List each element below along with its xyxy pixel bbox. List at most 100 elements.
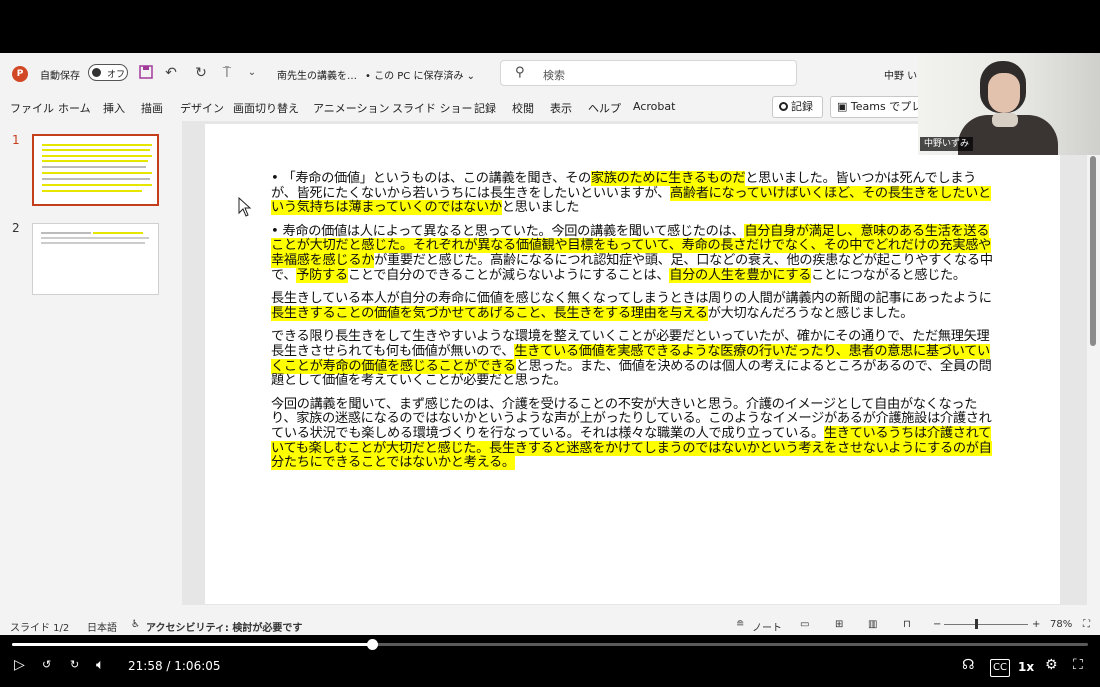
slide-editing-area: • 「寿命の価値」というものは、この講義を聞き、その家族のために生きるものだと思い… <box>182 121 1087 605</box>
zoom-in-icon[interactable]: + <box>1032 619 1040 630</box>
play-icon[interactable]: ▷ <box>14 657 25 673</box>
thumb-line <box>41 232 91 234</box>
customize-quick-access-icon[interactable]: ⌄ <box>243 64 261 82</box>
tab-transitions[interactable]: 画面切り替え <box>233 100 299 116</box>
slide-paragraph: 長生きしている本人が自分の寿命に価値を感じなく無くなってしまうときは周りの人間が… <box>271 291 1001 321</box>
document-title[interactable]: 南先生の講義を… <box>277 67 357 82</box>
captions-icon[interactable]: CC <box>990 659 1010 677</box>
highlighted-text: 自分の人生を豊かにする <box>669 267 812 283</box>
text-run: 「寿命の価値」というものは、この講義を聞き、その <box>282 171 591 186</box>
bullet-icon: • <box>271 223 279 239</box>
thumb-line <box>42 166 146 168</box>
status-bar: スライド 1/2 日本語 ♿ アクセシビリティ: 検討が必要です ≘ ノート ▭… <box>0 613 1100 635</box>
rewind-10-icon[interactable]: ↺ <box>42 657 51 673</box>
slide-paragraph: 今回の講義を聞いて、まず感じたのは、介護を受けることの不安が大きいと思う。介護の… <box>271 397 1001 471</box>
vertical-scrollbar[interactable] <box>1090 156 1096 346</box>
thumb-line <box>41 242 145 244</box>
slideshow-view-icon[interactable]: ⊓ <box>903 619 911 630</box>
teams-present-button[interactable]: ▣ Teams でプレ <box>830 96 930 118</box>
search-box[interactable]: ⚲ 検索 <box>500 60 797 86</box>
notes-button[interactable]: ノート <box>752 619 782 634</box>
undo-icon[interactable]: ↶ <box>162 64 180 82</box>
slide-thumbnail-1[interactable] <box>32 134 159 206</box>
record-icon <box>779 102 788 111</box>
zoom-slider-thumb[interactable] <box>975 619 978 629</box>
slide-paragraph: • 「寿命の価値」というものは、この講義を聞き、その家族のために生きるものだと思い… <box>271 171 1001 216</box>
tab-design[interactable]: デザイン <box>180 100 224 116</box>
accessibility-status[interactable]: アクセシビリティ: 検討が必要です <box>146 619 302 634</box>
record-button[interactable]: 記録 <box>772 96 823 118</box>
present-icon[interactable]: ⍑ <box>218 64 236 82</box>
thumb-line <box>42 184 152 186</box>
bullet-icon: • <box>271 171 279 186</box>
tab-help[interactable]: ヘルプ <box>588 100 621 116</box>
tab-insert[interactable]: 挿入 <box>103 100 125 116</box>
presenter-name: 中野いずみ <box>920 137 974 151</box>
autosave-state: オフ <box>107 70 126 80</box>
thumb-line <box>42 178 150 180</box>
search-icon: ⚲ <box>515 65 525 80</box>
zoom-out-icon[interactable]: − <box>933 619 941 630</box>
tab-draw[interactable]: 描画 <box>141 100 163 116</box>
tab-acrobat[interactable]: Acrobat <box>633 100 675 113</box>
save-state[interactable]: • この PC に保存済み ⌄ <box>365 67 475 82</box>
forward-10-icon[interactable]: ↻ <box>70 657 79 673</box>
thumb-line <box>42 149 150 151</box>
teams-label: Teams でプレ <box>850 100 923 113</box>
record-label: 記録 <box>791 100 813 113</box>
thumbnail-number-2: 2 <box>12 221 20 235</box>
tab-view[interactable]: 表示 <box>550 100 572 116</box>
reading-view-icon[interactable]: ▥ <box>868 619 877 630</box>
toggle-knob <box>92 68 101 77</box>
headphones-icon[interactable]: ☊ <box>962 657 974 673</box>
text-run: 長生きしている本人が自分の寿命に価値を感じなく無くなってしまうときは周りの人間が… <box>271 291 992 307</box>
autosave-label: 自動保存 <box>40 71 80 82</box>
thumb-line <box>42 144 152 146</box>
text-run: 寿命の価値は人によって異なると思っていた。今回の講義を聞いて感じたのは、 <box>282 223 745 239</box>
sorter-view-icon[interactable]: ⊞ <box>835 619 843 630</box>
progress-fill <box>12 643 372 646</box>
save-icon[interactable] <box>137 64 155 82</box>
tab-home[interactable]: ホーム <box>58 100 91 116</box>
slide-canvas[interactable]: • 「寿命の価値」というものは、この講義を聞き、その家族のために生きるものだと思い… <box>205 124 1060 604</box>
zoom-slider[interactable] <box>944 624 1028 625</box>
fit-to-window-icon[interactable]: ⛶ <box>1083 619 1090 630</box>
slide-counter: スライド 1/2 <box>10 623 70 634</box>
tab-file[interactable]: ファイル <box>10 100 54 116</box>
thumb-line <box>93 232 143 234</box>
mouse-cursor-icon <box>238 197 252 217</box>
normal-view-icon[interactable]: ▭ <box>800 619 809 630</box>
tab-slideshow[interactable]: スライド ショー <box>392 100 473 116</box>
presenter-face <box>988 73 1020 113</box>
volume-icon[interactable]: 🔈︎ <box>96 657 104 673</box>
settings-icon[interactable]: ⚙ <box>1045 657 1058 673</box>
slide-thumbnail-2[interactable] <box>32 223 159 295</box>
language-indicator[interactable]: 日本語 <box>87 619 117 634</box>
fullscreen-icon[interactable]: ⛶ <box>1073 657 1083 673</box>
thumb-line <box>41 237 149 239</box>
slide-paragraph: できる限り長生きをして生きやすいような環境を整えていくことが必要だといっていたが… <box>271 330 1001 388</box>
thumb-line <box>42 190 142 192</box>
powerpoint-logo-icon: P <box>12 66 28 82</box>
playback-speed[interactable]: 1x <box>1018 659 1034 675</box>
autosave-toggle[interactable]: オフ <box>88 64 128 81</box>
zoom-level[interactable]: 78% <box>1050 619 1072 630</box>
notes-icon: ≘ <box>736 619 745 630</box>
user-name[interactable]: 中野 い <box>884 67 917 82</box>
slide-paragraph: • 寿命の価値は人によって異なると思っていた。今回の講義を聞いて感じたのは、自分自… <box>271 223 1001 283</box>
text-run: が大切なんだろうなと感じました。 <box>707 305 914 321</box>
text-run: ことで自分のできることが減らないようにすることは、 <box>347 267 670 283</box>
accessibility-icon: ♿ <box>131 619 140 630</box>
slide-thumbnail-pane: 1 2 <box>0 121 180 601</box>
scrub-handle[interactable] <box>367 639 378 650</box>
tab-record[interactable]: 記録 <box>474 100 496 116</box>
tab-animations[interactable]: アニメーション <box>313 100 390 116</box>
video-top-letterbox <box>0 0 1100 53</box>
highlighted-text: 家族のために生きるものだ <box>590 171 746 186</box>
playback-time: 21:58 / 1:06:05 <box>128 659 221 673</box>
slide-text-body[interactable]: • 「寿命の価値」というものは、この講義を聞き、その家族のために生きるものだと思い… <box>271 171 1001 480</box>
redo-icon[interactable]: ↻ <box>192 64 210 82</box>
text-run: ことにつながると感じた。 <box>811 267 966 283</box>
tab-review[interactable]: 校閲 <box>512 100 534 116</box>
highlighted-text: 予防する <box>296 267 348 283</box>
